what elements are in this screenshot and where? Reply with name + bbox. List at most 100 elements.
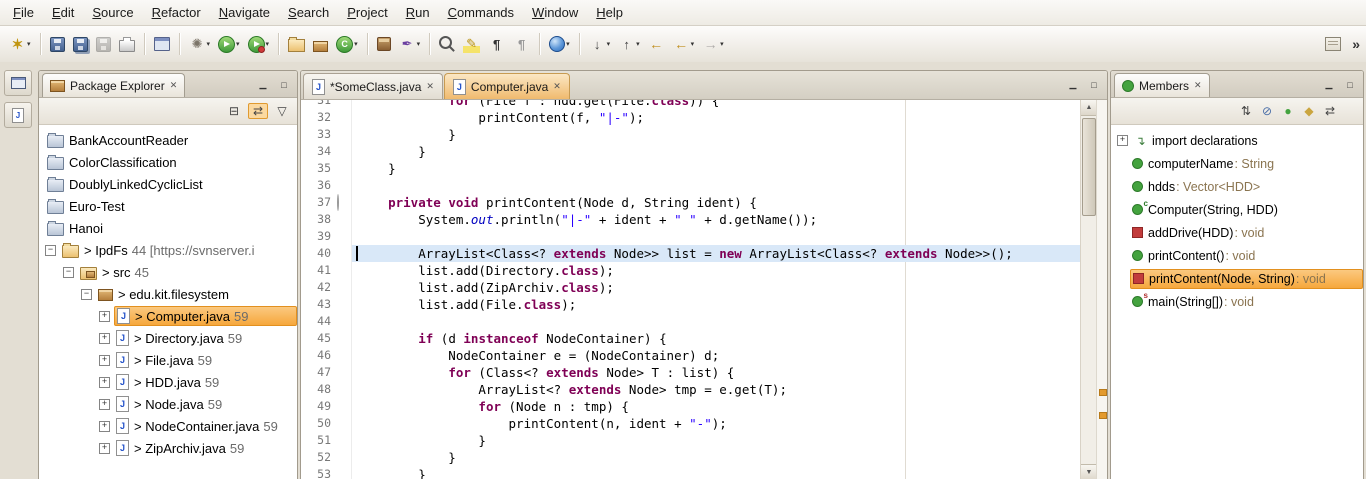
code-line[interactable]: 39 xyxy=(301,228,1081,245)
run-button[interactable]: ▾ xyxy=(245,31,273,57)
tree-item[interactable]: +J> File.java 59 xyxy=(39,349,297,371)
code-line[interactable]: 50 printContent(n, ident + "-"); xyxy=(301,415,1081,432)
close-icon[interactable]: ✕ xyxy=(170,80,178,91)
code-line[interactable]: 49 for (Node n : tmp) { xyxy=(301,398,1081,415)
member-item[interactable]: +↴import declarations xyxy=(1111,129,1363,152)
code-line[interactable]: 36 xyxy=(301,177,1081,194)
tree-item[interactable]: +J> HDD.java 59 xyxy=(39,371,297,393)
dropdown-caret-icon[interactable]: ▾ xyxy=(236,40,240,48)
dropdown-caret-icon[interactable]: ▾ xyxy=(607,40,611,48)
collapse-all-button[interactable]: ⊟ xyxy=(227,104,241,118)
dropdown-caret-icon[interactable]: ▾ xyxy=(720,40,724,48)
dropdown-caret-icon[interactable]: ▾ xyxy=(417,40,421,48)
code-line[interactable]: 33 } xyxy=(301,126,1081,143)
format-button[interactable]: ¶ xyxy=(510,31,533,57)
new-package-button[interactable] xyxy=(310,31,331,57)
back-button[interactable]: ←▾ xyxy=(670,31,698,57)
collapse-expander-icon[interactable]: − xyxy=(45,245,56,256)
menu-file[interactable]: File xyxy=(4,1,43,24)
tree-item[interactable]: +J> ZipArchiv.java 59 xyxy=(39,437,297,459)
code-line[interactable]: 40 ArrayList<Class<? extends Node>> list… xyxy=(301,245,1081,262)
menu-project[interactable]: Project xyxy=(338,1,396,24)
close-icon[interactable]: ✕ xyxy=(553,81,561,92)
dropdown-caret-icon[interactable]: ▾ xyxy=(207,40,211,48)
members-tab[interactable]: Members ✕ xyxy=(1114,73,1210,97)
hide-fields-button[interactable]: ⊘ xyxy=(1260,104,1274,118)
code-line[interactable]: 44 xyxy=(301,313,1081,330)
scroll-up-arrow[interactable]: ▲ xyxy=(1081,100,1097,116)
tree-item[interactable]: +J> Directory.java 59 xyxy=(39,327,297,349)
menu-help[interactable]: Help xyxy=(587,1,632,24)
code-line[interactable]: 52 } xyxy=(301,449,1081,466)
menu-window[interactable]: Window xyxy=(523,1,587,24)
print-button[interactable] xyxy=(116,31,138,57)
expand-expander-icon[interactable]: + xyxy=(99,355,110,366)
code-line[interactable]: 47 for (Class<? extends Node> T : list) … xyxy=(301,364,1081,381)
dropdown-caret-icon[interactable]: ▾ xyxy=(354,40,358,48)
last-edit-location-button[interactable]: ← xyxy=(645,31,668,57)
external-tools-button[interactable]: ✺▾ xyxy=(186,31,214,57)
menu-commands[interactable]: Commands xyxy=(439,1,523,24)
editor-vertical-scrollbar[interactable]: ▲ ▼ xyxy=(1080,100,1097,479)
maximize-button[interactable]: □ xyxy=(1085,76,1103,93)
minimize-button[interactable]: ▁ xyxy=(254,76,272,93)
expand-expander-icon[interactable]: + xyxy=(1117,135,1128,146)
member-item[interactable]: printContent() : void xyxy=(1111,244,1363,267)
expand-expander-icon[interactable]: + xyxy=(99,311,110,322)
code-line[interactable]: 35 } xyxy=(301,160,1081,177)
hide-nonpublic-button[interactable]: ◆ xyxy=(1302,104,1316,118)
mark-occurrences-button[interactable]: ✎ xyxy=(460,31,483,57)
member-item[interactable]: addDrive(HDD) : void xyxy=(1111,221,1363,244)
code-line[interactable]: 41 list.add(Directory.class); xyxy=(301,262,1081,279)
save-as-button[interactable] xyxy=(47,31,68,57)
web-browser-button[interactable]: ▾ xyxy=(546,31,573,57)
expand-expander-icon[interactable]: + xyxy=(99,377,110,388)
dropdown-caret-icon[interactable]: ▾ xyxy=(636,40,640,48)
tree-item[interactable]: ColorClassification xyxy=(39,151,297,173)
search-button[interactable] xyxy=(436,31,458,57)
package-explorer-tab[interactable]: Package Explorer ✕ xyxy=(42,73,185,97)
editor-tab-someclassjava[interactable]: J*SomeClass.java✕ xyxy=(303,73,443,99)
tree-item[interactable]: −> IpdFs 44 [https://svnserver.i xyxy=(39,239,297,261)
code-line[interactable]: 32 printContent(f, "|-"); xyxy=(301,109,1081,126)
code-line[interactable]: 38 System.out.println("|-" + ident + " "… xyxy=(301,211,1081,228)
tree-item[interactable]: −> edu.kit.filesystem xyxy=(39,283,297,305)
maximize-button[interactable]: □ xyxy=(275,76,293,93)
minimize-button[interactable]: ▁ xyxy=(1064,76,1082,93)
close-icon[interactable]: ✕ xyxy=(1194,80,1202,91)
dropdown-caret-icon[interactable]: ▾ xyxy=(266,40,270,48)
tree-item[interactable]: BankAccountReader xyxy=(39,129,297,151)
tree-item[interactable]: +J> Node.java 59 xyxy=(39,393,297,415)
expand-expander-icon[interactable]: + xyxy=(99,443,110,454)
fold-collapse-icon[interactable] xyxy=(337,194,352,211)
sort-button[interactable]: ⇅ xyxy=(1239,104,1253,118)
save-all-button[interactable] xyxy=(70,31,91,57)
prev-annotation-button[interactable]: ↑▾ xyxy=(615,31,643,57)
menu-source[interactable]: Source xyxy=(83,1,142,24)
minimize-button[interactable]: ▁ xyxy=(1320,76,1338,93)
overview-ruler[interactable] xyxy=(1096,100,1107,479)
dropdown-caret-icon[interactable]: ▾ xyxy=(566,40,570,48)
member-item[interactable]: hdds : Vector<HDD> xyxy=(1111,175,1363,198)
member-item[interactable]: cComputer(String, HDD) xyxy=(1111,198,1363,221)
occurrence-marker[interactable] xyxy=(1099,412,1107,419)
code-line[interactable]: 48 ArrayList<? extends Node> tmp = e.get… xyxy=(301,381,1081,398)
link-with-editor-button[interactable]: ⇄ xyxy=(1323,104,1337,118)
javadoc-button[interactable]: ✒▾ xyxy=(396,31,424,57)
code-line[interactable]: 43 list.add(File.class); xyxy=(301,296,1081,313)
palette-button[interactable] xyxy=(1321,31,1344,57)
collapse-expander-icon[interactable]: − xyxy=(63,267,74,278)
next-annotation-button[interactable]: ↓▾ xyxy=(586,31,614,57)
member-item[interactable]: printContent(Node, String) : void xyxy=(1111,267,1363,290)
tree-item[interactable]: +J> Computer.java 59 xyxy=(39,305,297,327)
menu-navigate[interactable]: Navigate xyxy=(210,1,279,24)
close-icon[interactable]: ✕ xyxy=(426,81,434,92)
menu-edit[interactable]: Edit xyxy=(43,1,83,24)
code-line[interactable]: 37 private void printContent(Node d, Str… xyxy=(301,194,1081,211)
code-line[interactable]: 34 } xyxy=(301,143,1081,160)
tree-item[interactable]: Hanoi xyxy=(39,217,297,239)
new-class-button[interactable]: C▾ xyxy=(333,31,361,57)
menu-run[interactable]: Run xyxy=(397,1,439,24)
hide-static-button[interactable]: ● xyxy=(1281,104,1295,118)
link-with-editor-button[interactable]: ⇄ xyxy=(248,103,268,119)
